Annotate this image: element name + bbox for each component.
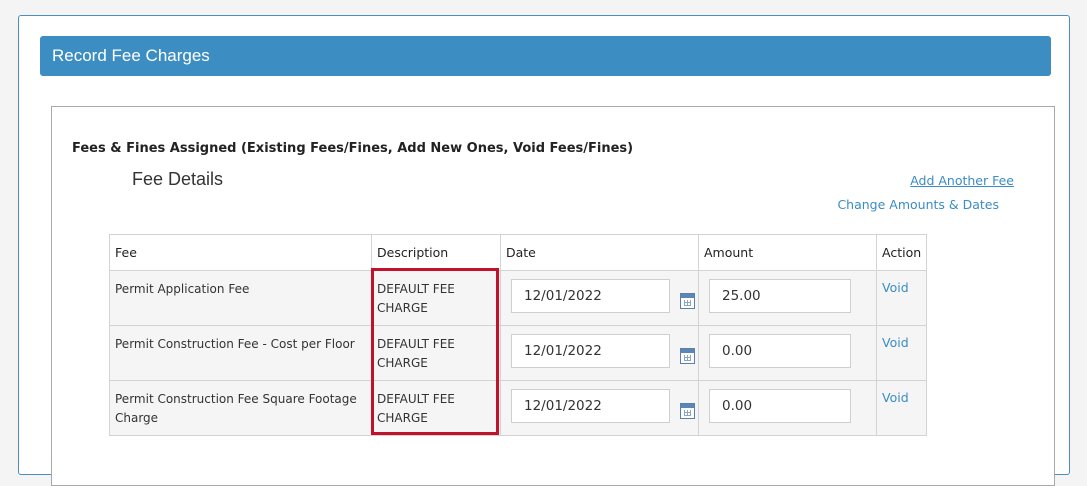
- calendar-icon[interactable]: [680, 293, 695, 309]
- column-header-description: Description: [371, 234, 501, 271]
- fee-description: DEFAULT FEE CHARGE: [371, 380, 501, 436]
- date-input[interactable]: 12/01/2022: [511, 334, 670, 368]
- table-row: Permit Construction Fee Square Footage C…: [109, 380, 928, 436]
- action-cell: Void: [875, 380, 928, 436]
- calendar-icon[interactable]: [680, 403, 695, 419]
- fee-description: DEFAULT FEE CHARGE: [371, 325, 501, 381]
- amount-input[interactable]: 0.00: [709, 389, 851, 423]
- void-link[interactable]: Void: [882, 335, 909, 350]
- void-link[interactable]: Void: [882, 280, 909, 295]
- column-header-action: Action: [875, 234, 928, 271]
- fee-name: Permit Construction Fee - Cost per Floor: [109, 325, 372, 381]
- amount-cell: 25.00: [698, 270, 877, 326]
- column-header-amount: Amount: [698, 234, 877, 271]
- date-cell: 12/01/2022: [500, 270, 699, 326]
- date-input[interactable]: 12/01/2022: [511, 279, 670, 313]
- table-row: Permit Application Fee DEFAULT FEE CHARG…: [109, 270, 928, 326]
- fee-name: Permit Construction Fee Square Footage C…: [109, 380, 372, 436]
- fee-details-title: Fee Details: [132, 169, 224, 189]
- action-cell: Void: [875, 325, 928, 381]
- void-link[interactable]: Void: [882, 390, 909, 405]
- column-header-date: Date: [500, 234, 699, 271]
- amount-cell: 0.00: [698, 380, 877, 436]
- fee-description: DEFAULT FEE CHARGE: [371, 270, 501, 326]
- action-cell: Void: [875, 270, 928, 326]
- date-cell: 12/01/2022: [500, 380, 699, 436]
- column-header-fee: Fee: [109, 234, 372, 271]
- section-title: Fees & Fines Assigned (Existing Fees/Fin…: [72, 141, 634, 156]
- panel-header: Record Fee Charges: [40, 36, 1051, 76]
- record-fee-panel: Record Fee Charges Fees & Fines Assigned…: [18, 15, 1070, 486]
- change-amounts-dates-link[interactable]: Change Amounts & Dates: [837, 197, 999, 212]
- fees-table: Fee Description Date Amount Action Permi…: [109, 234, 928, 436]
- date-cell: 12/01/2022: [500, 325, 699, 381]
- table-header-row: Fee Description Date Amount Action: [109, 234, 928, 271]
- add-another-fee-link[interactable]: Add Another Fee: [910, 173, 1014, 188]
- amount-input[interactable]: 25.00: [709, 279, 851, 313]
- fee-name: Permit Application Fee: [109, 270, 372, 326]
- date-input[interactable]: 12/01/2022: [511, 389, 670, 423]
- fees-section: Fees & Fines Assigned (Existing Fees/Fin…: [51, 106, 1055, 486]
- amount-input[interactable]: 0.00: [709, 334, 851, 368]
- amount-cell: 0.00: [698, 325, 877, 381]
- calendar-icon[interactable]: [680, 348, 695, 364]
- table-row: Permit Construction Fee - Cost per Floor…: [109, 325, 928, 381]
